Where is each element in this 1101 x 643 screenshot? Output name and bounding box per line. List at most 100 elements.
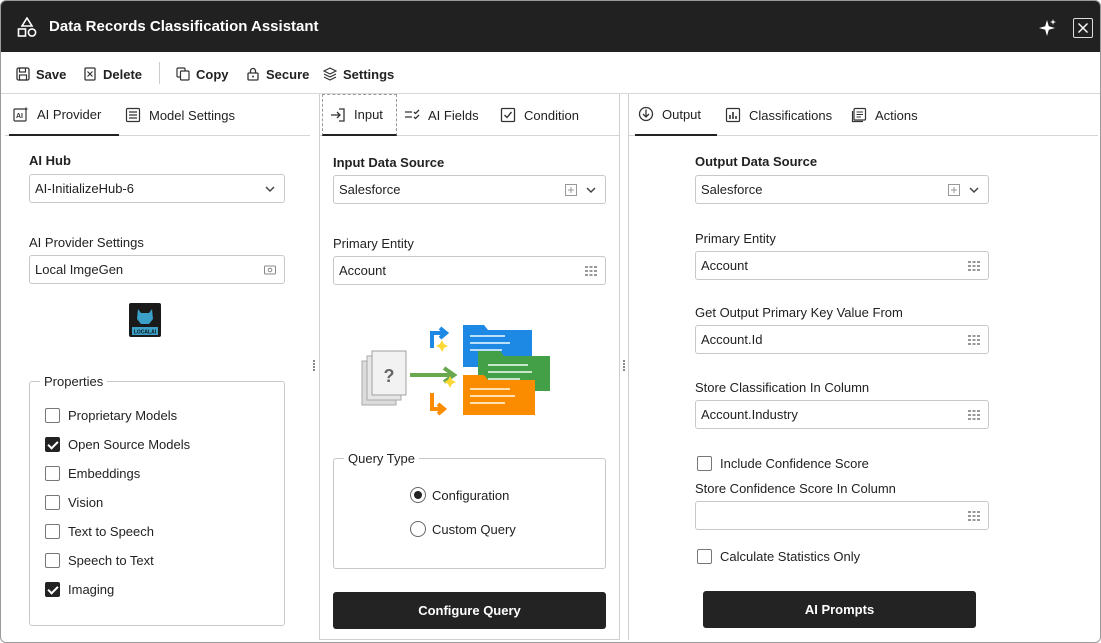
radio-button[interactable] xyxy=(410,487,426,503)
localai-logo: LOCALAI xyxy=(129,303,161,337)
checkbox-label: Text to Speech xyxy=(68,524,154,539)
output-primary-entity-label: Primary Entity xyxy=(695,231,776,246)
output-primary-entity-field[interactable]: Account xyxy=(695,251,989,280)
eye-icon[interactable] xyxy=(264,264,276,276)
stats-only-checkbox[interactable]: Calculate Statistics Only xyxy=(697,549,860,564)
grid-icon[interactable] xyxy=(968,334,980,346)
checkbox[interactable] xyxy=(45,466,60,481)
tab-label: AI Fields xyxy=(428,107,479,123)
radio-label: Custom Query xyxy=(432,521,516,537)
provider-settings-value: Local ImgeGen xyxy=(35,262,124,277)
copy-label: Copy xyxy=(196,66,229,82)
property-text-to-speech[interactable]: Text to Speech xyxy=(45,524,154,539)
grid-icon[interactable] xyxy=(585,265,597,277)
copy-icon xyxy=(176,67,190,81)
secure-button[interactable]: Secure xyxy=(246,64,309,84)
add-box-icon[interactable] xyxy=(565,184,577,196)
primary-entity-field[interactable]: Account xyxy=(333,256,606,285)
close-icon[interactable] xyxy=(1073,18,1093,38)
include-confidence-checkbox[interactable]: Include Confidence Score xyxy=(697,456,869,471)
checkbox[interactable] xyxy=(45,582,60,597)
illustration-question-mark: ? xyxy=(384,366,395,386)
confidence-column-field[interactable] xyxy=(695,501,989,530)
primary-entity-value: Account xyxy=(339,263,386,278)
query-type-legend: Query Type xyxy=(344,451,419,466)
grid-icon[interactable] xyxy=(968,409,980,421)
store-column-value: Account.Industry xyxy=(701,407,798,422)
tab-classifications[interactable]: Classifications xyxy=(725,94,832,136)
query-option-custom-query[interactable]: Custom Query xyxy=(410,521,516,537)
property-proprietary-models[interactable]: Proprietary Models xyxy=(45,408,177,423)
settings-label: Settings xyxy=(343,66,395,82)
radio-button[interactable] xyxy=(410,521,426,537)
tab-model-settings[interactable]: Model Settings xyxy=(125,94,235,136)
copy-button[interactable]: Copy xyxy=(176,64,229,84)
tab-label: Condition xyxy=(524,107,579,123)
input-source-select[interactable]: Salesforce xyxy=(333,175,606,204)
settings-button[interactable]: Settings xyxy=(323,64,394,84)
ai-hub-select[interactable]: AI-InitializeHub-6 xyxy=(29,174,285,203)
bar-chart-icon xyxy=(725,107,741,123)
tab-ai-provider[interactable]: AI AI Provider xyxy=(9,94,119,136)
output-pk-field[interactable]: Account.Id xyxy=(695,325,989,354)
save-label: Save xyxy=(36,66,67,82)
output-source-select[interactable]: Salesforce xyxy=(695,175,989,204)
tab-ai-fields[interactable]: AI Fields xyxy=(404,94,479,136)
ai-provider-panel: AI AI Provider Model Settings AI Hub AI-… xyxy=(5,94,310,640)
checkbox-label: Imaging xyxy=(68,582,115,597)
checklist-icon xyxy=(405,109,420,120)
actions-icon xyxy=(851,107,867,123)
property-embeddings[interactable]: Embeddings xyxy=(45,466,140,481)
tab-label: AI Provider xyxy=(37,106,102,122)
checkbox[interactable] xyxy=(45,553,60,568)
lock-icon xyxy=(247,67,259,81)
property-speech-to-text[interactable]: Speech to Text xyxy=(45,553,154,568)
save-button[interactable]: Save xyxy=(16,64,66,84)
output-panel: Output Classifications Actions Output Da… xyxy=(628,94,1098,640)
tab-input[interactable]: Input xyxy=(322,94,397,136)
output-pk-label: Get Output Primary Key Value From xyxy=(695,305,903,320)
checkbox[interactable] xyxy=(45,437,60,452)
checkbox-label: Open Source Models xyxy=(68,437,191,452)
sparkle-icon[interactable] xyxy=(1037,18,1057,38)
tab-output[interactable]: Output xyxy=(635,94,717,136)
grid-icon[interactable] xyxy=(968,260,980,272)
ai-prompts-button[interactable]: AI Prompts xyxy=(703,591,976,628)
checkbox[interactable] xyxy=(45,408,60,423)
panel-splitter-right[interactable] xyxy=(621,359,627,375)
panel-splitter-left[interactable] xyxy=(311,359,317,375)
properties-legend: Properties xyxy=(40,374,108,389)
radio-label: Configuration xyxy=(432,487,510,503)
primary-entity-label: Primary Entity xyxy=(333,236,414,251)
delete-button[interactable]: Delete xyxy=(83,64,142,84)
window-title: Data Records Classification Assistant xyxy=(49,18,319,35)
add-box-icon[interactable] xyxy=(948,184,960,196)
tab-actions[interactable]: Actions xyxy=(851,94,918,136)
input-source-value: Salesforce xyxy=(339,182,401,197)
configure-query-button[interactable]: Configure Query xyxy=(333,592,606,629)
checkbox-label: Embeddings xyxy=(68,466,141,481)
input-source-label: Input Data Source xyxy=(333,155,445,170)
delete-label: Delete xyxy=(103,66,143,82)
mid-tabs: Input AI Fields Condition xyxy=(320,94,619,136)
checkbox-label: Speech to Text xyxy=(68,553,154,568)
property-imaging[interactable]: Imaging xyxy=(45,582,114,597)
store-column-field[interactable]: Account.Industry xyxy=(695,400,989,429)
output-source-label: Output Data Source xyxy=(695,154,818,169)
provider-settings-field[interactable]: Local ImgeGen xyxy=(29,255,285,284)
query-option-configuration[interactable]: Configuration xyxy=(410,487,509,503)
output-source-value: Salesforce xyxy=(701,182,763,197)
grid-icon[interactable] xyxy=(968,510,980,522)
checkbox[interactable] xyxy=(45,495,60,510)
checkbox[interactable] xyxy=(697,456,712,471)
delete-icon xyxy=(84,67,96,81)
checkbox[interactable] xyxy=(45,524,60,539)
store-column-label: Store Classification In Column xyxy=(695,380,870,395)
ai-hub-value: AI-InitializeHub-6 xyxy=(35,181,134,196)
property-open-source-models[interactable]: Open Source Models xyxy=(45,437,190,452)
checkbox[interactable] xyxy=(697,549,712,564)
ai-provider-icon: AI xyxy=(13,106,29,122)
tab-condition[interactable]: Condition xyxy=(500,94,579,136)
save-icon xyxy=(16,67,30,81)
property-vision[interactable]: Vision xyxy=(45,495,103,510)
